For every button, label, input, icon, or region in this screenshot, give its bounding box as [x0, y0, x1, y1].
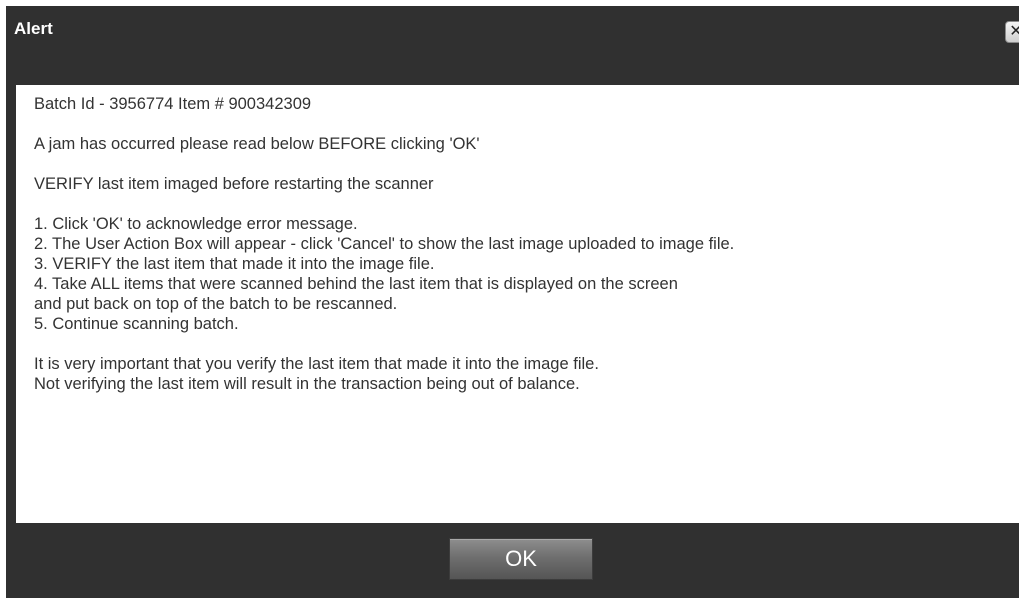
message-body: Batch Id - 3956774 Item # 900342309 A ja…: [16, 85, 1019, 523]
alert-dialog: Alert ✕ Batch Id - 3956774 Item # 900342…: [6, 6, 1019, 598]
ok-button[interactable]: OK: [449, 538, 593, 580]
close-icon: ✕: [1009, 23, 1019, 40]
jam-warning: A jam has occurred please read below BEF…: [34, 135, 480, 153]
balance-warning: Not verifying the last item will result …: [34, 375, 580, 393]
step-item: 1. Click 'OK' to acknowledge error messa…: [34, 215, 358, 233]
step-item: 4. Take ALL items that were scanned behi…: [34, 275, 678, 293]
batch-info: Batch Id - 3956774 Item # 900342309: [34, 95, 312, 113]
step-item: 3. VERIFY the last item that made it int…: [34, 255, 435, 273]
step-item: 2. The User Action Box will appear - cli…: [34, 235, 735, 253]
dialog-footer: OK: [6, 523, 1019, 598]
step-item: 5. Continue scanning batch.: [34, 315, 239, 333]
close-button[interactable]: ✕: [1005, 21, 1019, 43]
verify-instruction: VERIFY last item imaged before restartin…: [34, 175, 434, 193]
dialog-titlebar[interactable]: Alert ✕: [6, 6, 1019, 68]
step-item: and put back on top of the batch to be r…: [34, 295, 398, 313]
importance-note: It is very important that you verify the…: [34, 355, 599, 373]
instruction-steps: 1. Click 'OK' to acknowledge error messa…: [34, 214, 1019, 334]
dialog-title: Alert: [14, 19, 53, 38]
